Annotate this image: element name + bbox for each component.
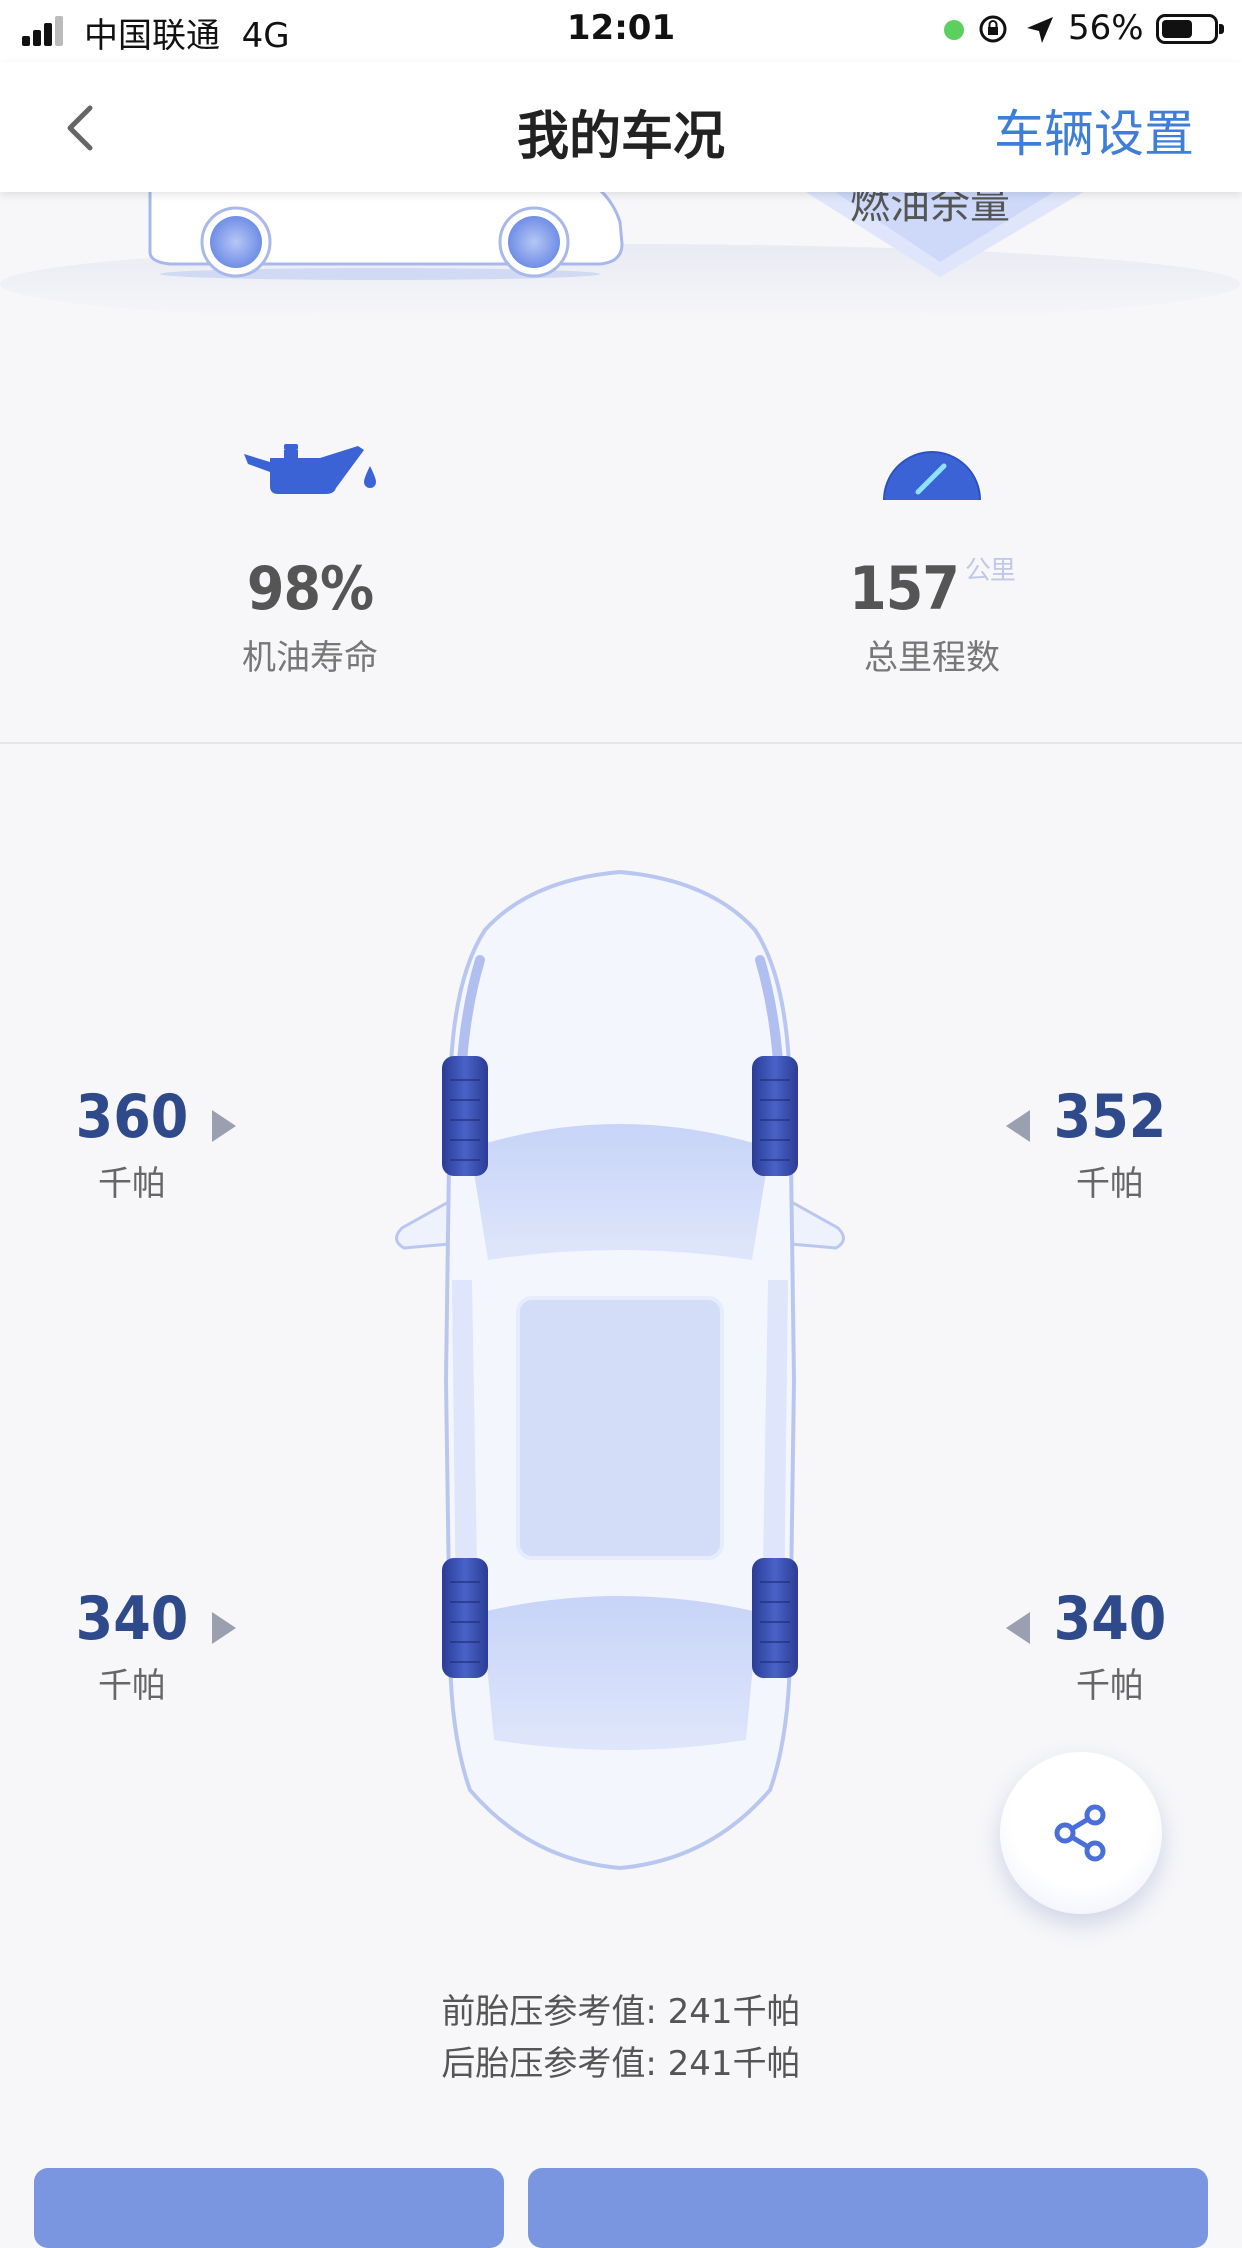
pointer-left-icon bbox=[1006, 1612, 1030, 1644]
mileage-stat[interactable]: 157 公里 总里程数 bbox=[732, 436, 1132, 679]
speedometer-icon bbox=[883, 451, 981, 501]
front-tire-reference: 前胎压参考值: 241千帕 bbox=[441, 1992, 801, 2032]
tire-pressure-value: 340 bbox=[1053, 1584, 1167, 1654]
share-icon bbox=[1054, 1804, 1106, 1862]
vehicle-status-banner: 燃油余量 bbox=[0, 192, 1242, 342]
pointer-left-icon bbox=[1006, 1110, 1030, 1142]
rotation-lock-icon bbox=[979, 15, 1007, 43]
oil-life-label: 机油寿命 bbox=[242, 638, 378, 678]
tire-pressure-unit: 千帕 bbox=[1076, 1666, 1144, 1706]
battery-icon bbox=[1156, 14, 1224, 44]
rear-right-tire bbox=[752, 1558, 798, 1678]
front-left-tire-pressure: 360 千帕 bbox=[42, 1082, 222, 1205]
mic-indicator-icon bbox=[944, 20, 964, 40]
vehicle-settings-button[interactable]: 车辆设置 bbox=[994, 94, 1194, 166]
rear-tire-reference: 后胎压参考值: 241千帕 bbox=[441, 2044, 801, 2084]
status-bar: 中国联通 4G 12:01 56% bbox=[0, 0, 1242, 62]
front-left-tire bbox=[442, 1056, 488, 1176]
bottom-action-button-left[interactable] bbox=[34, 2168, 504, 2248]
rear-left-tire-pressure: 340 千帕 bbox=[42, 1584, 222, 1707]
oil-can-icon bbox=[244, 444, 376, 494]
tire-pressure-unit: 千帕 bbox=[98, 1666, 166, 1706]
rear-left-tire bbox=[442, 1558, 488, 1678]
mileage-value: 157 bbox=[849, 554, 960, 624]
mileage-label: 总里程数 bbox=[864, 638, 1000, 678]
tire-pressure-unit: 千帕 bbox=[98, 1164, 166, 1204]
front-right-tire-pressure: 352 千帕 bbox=[1020, 1082, 1200, 1205]
tire-pressure-value: 352 bbox=[1053, 1082, 1167, 1152]
front-right-tire bbox=[752, 1056, 798, 1176]
pointer-right-icon bbox=[212, 1612, 236, 1644]
car-side-illustration bbox=[0, 192, 1240, 324]
oil-life-stat[interactable]: 98% 机油寿命 bbox=[110, 436, 510, 679]
location-arrow-icon bbox=[1027, 17, 1053, 43]
mileage-value-wrap: 157 公里 bbox=[732, 554, 1132, 624]
bottom-action-button-right[interactable] bbox=[528, 2168, 1208, 2248]
battery-percent: 56% bbox=[1068, 8, 1144, 48]
mileage-unit: 公里 bbox=[964, 556, 1016, 586]
tire-pressure-value: 360 bbox=[75, 1082, 189, 1152]
rear-right-tire-pressure: 340 千帕 bbox=[1020, 1584, 1200, 1707]
share-button[interactable] bbox=[1000, 1752, 1162, 1914]
fuel-level-label: 燃油余量 bbox=[850, 192, 1010, 228]
car-top-view-illustration bbox=[395, 869, 845, 1871]
section-divider bbox=[0, 742, 1242, 744]
tire-pressure-value: 340 bbox=[75, 1584, 189, 1654]
pointer-right-icon bbox=[212, 1110, 236, 1142]
nav-bar: 我的车况 车辆设置 bbox=[0, 62, 1242, 192]
oil-life-value: 98% bbox=[246, 554, 374, 624]
tire-pressure-unit: 千帕 bbox=[1076, 1164, 1144, 1204]
